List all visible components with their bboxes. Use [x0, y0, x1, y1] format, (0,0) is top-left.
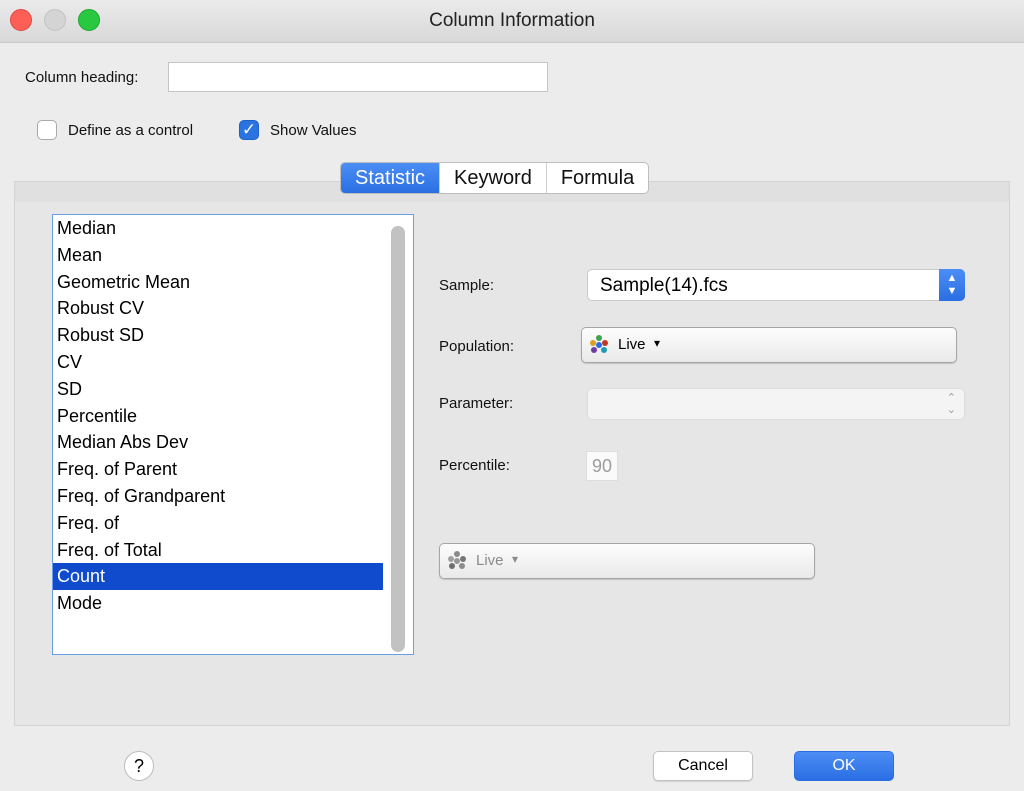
caret-down-icon: ▾	[512, 552, 519, 566]
list-item[interactable]: Freq. of Grandparent	[53, 483, 383, 510]
show-values-checkbox[interactable]: ✓	[239, 120, 259, 140]
parameter-label: Parameter:	[439, 395, 514, 412]
list-item[interactable]: Freq. of Total	[53, 537, 383, 564]
list-item[interactable]: Freq. of Parent	[53, 456, 383, 483]
list-item[interactable]: Median	[53, 215, 383, 242]
list-scrollbar[interactable]	[391, 226, 405, 652]
statistic-list[interactable]: Median Mean Geometric Mean Robust CV Rob…	[52, 214, 414, 655]
ok-button[interactable]: OK	[794, 751, 894, 781]
population-button[interactable]: Live ▾	[581, 327, 957, 363]
secondary-population-value: Live	[476, 552, 504, 569]
sample-label: Sample:	[439, 277, 495, 294]
checkmark-icon: ✓	[241, 120, 257, 139]
list-item[interactable]: Median Abs Dev	[53, 429, 383, 456]
population-value: Live	[618, 336, 646, 353]
list-item[interactable]: CV	[53, 349, 383, 376]
show-values-label: Show Values	[270, 122, 357, 139]
percentile-label: Percentile:	[439, 457, 510, 474]
window-title: Column Information	[429, 10, 595, 31]
help-button[interactable]: ?	[124, 751, 154, 781]
up-down-chevron-icon: ⌃ ⌄	[946, 392, 956, 416]
tab-bar: Statistic Keyword Formula	[340, 162, 650, 194]
population-label: Population:	[439, 338, 515, 355]
tab-formula[interactable]: Formula	[547, 163, 648, 193]
caret-down-icon: ▾	[654, 336, 661, 350]
sample-select[interactable]: Sample(14).fcs ▲ ▼	[587, 269, 965, 301]
list-item[interactable]: SD	[53, 376, 383, 403]
title-bar: Column Information	[0, 0, 1024, 43]
secondary-population-button[interactable]: Live ▾	[439, 543, 815, 579]
parameter-select[interactable]: ⌃ ⌄	[587, 388, 965, 420]
define-control-label: Define as a control	[68, 122, 194, 139]
define-control-checkbox[interactable]	[37, 120, 57, 140]
tab-statistic[interactable]: Statistic	[341, 163, 441, 193]
cancel-button[interactable]: Cancel	[653, 751, 753, 781]
up-down-chevron-icon: ▲ ▼	[939, 269, 965, 301]
population-dots-icon	[448, 551, 466, 569]
list-item[interactable]: Mean	[53, 242, 383, 269]
list-item[interactable]: Mode	[53, 590, 383, 617]
list-item-selected[interactable]: Count	[53, 563, 383, 591]
percentile-field[interactable]: 90	[586, 451, 618, 481]
list-item[interactable]: Freq. of	[53, 510, 383, 537]
list-item[interactable]: Robust CV	[53, 295, 383, 322]
list-item[interactable]: Geometric Mean	[53, 269, 383, 296]
tab-keyword[interactable]: Keyword	[440, 163, 547, 193]
list-item[interactable]: Robust SD	[53, 322, 383, 349]
population-dots-icon	[590, 335, 608, 353]
column-heading-label: Column heading:	[25, 69, 139, 86]
column-heading-input[interactable]	[168, 62, 548, 92]
list-item[interactable]: Percentile	[53, 403, 383, 430]
sample-value: Sample(14).fcs	[600, 275, 728, 296]
